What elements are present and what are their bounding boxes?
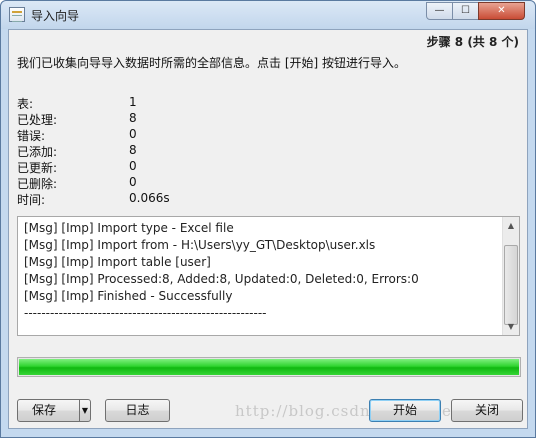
- import-stats: 表: 1 已处理: 8 错误: 0 已添加: 8 已更新: 0 已删除: 0 时…: [17, 95, 317, 207]
- stat-row-errors: 错误: 0: [17, 127, 317, 143]
- scrollbar-thumb[interactable]: [504, 245, 518, 325]
- log-line: [Msg] [Imp] Import table [user]: [24, 255, 211, 269]
- scroll-up-arrow-icon[interactable]: ▲: [503, 217, 519, 234]
- stat-label: 已添加:: [17, 145, 58, 159]
- progress-fill: [19, 359, 519, 375]
- log-line: [Msg] [Imp] Import from - H:\Users\yy_GT…: [24, 238, 376, 252]
- log-output[interactable]: [Msg] [Imp] Import type - Excel file [Ms…: [17, 216, 520, 336]
- log-button[interactable]: 日志: [105, 399, 170, 422]
- stat-label: 已删除:: [17, 177, 58, 191]
- close-button[interactable]: 关闭: [451, 399, 523, 422]
- wizard-content: 步骤 8 (共 8 个) 我们已收集向导导入数据时所需的全部信息。点击 [开始]…: [8, 29, 528, 429]
- stat-label: 已处理:: [17, 113, 58, 127]
- import-wizard-icon: [9, 7, 25, 22]
- stat-label: 错误:: [17, 129, 46, 143]
- stat-row-updated: 已更新: 0: [17, 159, 317, 175]
- log-line: [Msg] [Imp] Import type - Excel file: [24, 221, 234, 235]
- close-window-button[interactable]: ✕: [478, 2, 525, 20]
- stat-label: 表:: [17, 97, 34, 111]
- stat-value: 8: [129, 111, 137, 125]
- log-line: ----------------------------------------…: [24, 306, 267, 320]
- step-label: 步骤 8 (共 8 个): [426, 35, 519, 49]
- stat-row-processed: 已处理: 8: [17, 111, 317, 127]
- stat-value: 8: [129, 143, 137, 157]
- log-line: [Msg] [Imp] Processed:8, Added:8, Update…: [24, 272, 419, 286]
- window-title: 导入向导: [31, 9, 80, 23]
- save-button[interactable]: 保存: [17, 399, 80, 422]
- stat-label: 时间:: [17, 193, 46, 207]
- stat-value: 0: [129, 159, 137, 173]
- stat-value: 0.066s: [129, 191, 170, 205]
- intro-text: 我们已收集向导导入数据时所需的全部信息。点击 [开始] 按钮进行导入。: [17, 56, 406, 70]
- stat-row-tables: 表: 1: [17, 95, 317, 111]
- title-bar[interactable]: 导入向导 — ☐ ✕: [1, 1, 535, 29]
- stat-value: 0: [129, 127, 137, 141]
- import-progress-bar: [17, 357, 521, 377]
- stat-row-deleted: 已删除: 0: [17, 175, 317, 191]
- maximize-button[interactable]: ☐: [452, 2, 479, 20]
- minimize-button[interactable]: —: [426, 2, 453, 20]
- stat-value: 0: [129, 175, 137, 189]
- scroll-down-arrow-icon[interactable]: ▼: [503, 318, 519, 335]
- stat-value: 1: [129, 95, 137, 109]
- log-line: [Msg] [Imp] Finished - Successfully: [24, 289, 233, 303]
- log-scrollbar[interactable]: ▲ ▼: [502, 217, 519, 335]
- stat-row-added: 已添加: 8: [17, 143, 317, 159]
- stat-row-time: 时间: 0.066s: [17, 191, 317, 207]
- import-wizard-window: 导入向导 — ☐ ✕ 步骤 8 (共 8 个) 我们已收集向导导入数据时所需的全…: [0, 0, 536, 438]
- stat-label: 已更新:: [17, 161, 58, 175]
- save-dropdown-button[interactable]: ▼: [79, 399, 91, 422]
- start-button[interactable]: 开始: [369, 399, 441, 422]
